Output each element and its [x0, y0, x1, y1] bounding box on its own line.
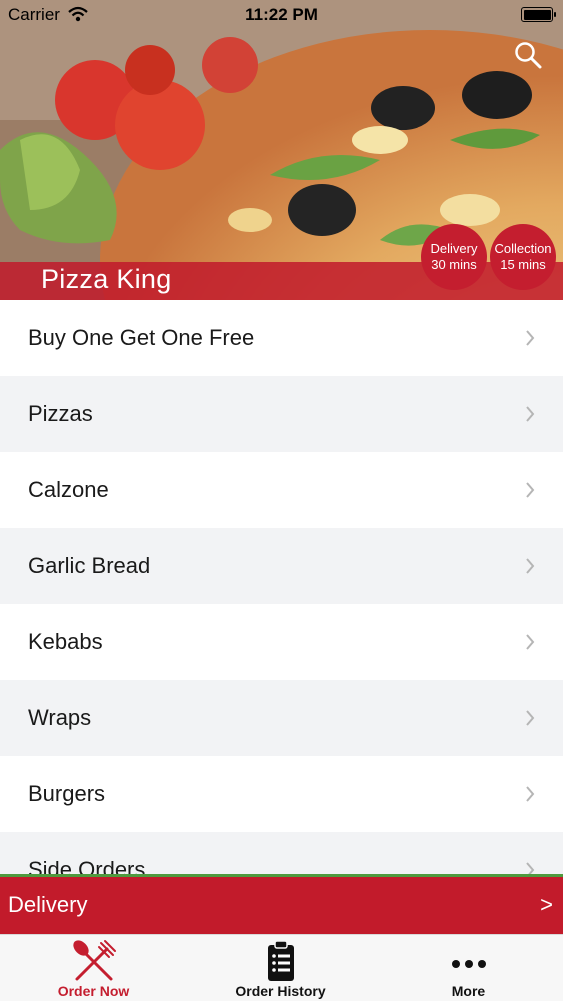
- tab-more[interactable]: More: [375, 935, 562, 1001]
- tab-order-history[interactable]: Order History: [187, 935, 374, 1001]
- chevron-right-icon: [526, 558, 535, 574]
- menu-item-label: Side Orders: [28, 857, 146, 874]
- battery-icon: [521, 7, 556, 22]
- fork-knife-icon: [72, 940, 116, 981]
- chevron-right-icon: [526, 862, 535, 874]
- header-banner: Carrier 11:22 PM Pizza King Delivery 30 …: [0, 0, 563, 300]
- menu-item-pizzas[interactable]: Pizzas: [0, 376, 563, 452]
- delivery-badge-time: 30 mins: [431, 257, 477, 272]
- chevron-right-icon: [526, 406, 535, 422]
- menu-item-kebabs[interactable]: Kebabs: [0, 604, 563, 680]
- more-dots-icon: [451, 960, 486, 968]
- menu-item-label: Kebabs: [28, 629, 103, 654]
- chevron-right-icon: >: [540, 892, 553, 917]
- clipboard-list-icon: [267, 940, 294, 981]
- store-name: Pizza King: [41, 264, 172, 294]
- menu-item-label: Buy One Get One Free: [28, 325, 255, 350]
- delivery-mode-label: Delivery: [8, 892, 88, 917]
- menu-item-label: Wraps: [28, 705, 92, 730]
- menu-item-label: Pizzas: [28, 401, 93, 426]
- menu-item-burgers[interactable]: Burgers: [0, 756, 563, 832]
- tab-bar: Order Now Order History More: [0, 934, 563, 1001]
- menu-item-garlic-bread[interactable]: Garlic Bread: [0, 528, 563, 604]
- collection-badge-time: 15 mins: [500, 257, 546, 272]
- collection-time-badge: Collection 15 mins: [490, 224, 556, 290]
- delivery-badge-label: Delivery: [430, 241, 478, 256]
- chevron-right-icon: [526, 330, 535, 346]
- tab-label: Order Now: [57, 983, 130, 999]
- chevron-right-icon: [526, 634, 535, 650]
- chevron-right-icon: [526, 786, 535, 802]
- chevron-right-icon: [526, 710, 535, 726]
- menu-item-buy-one-get-one-free[interactable]: Buy One Get One Free: [0, 300, 563, 376]
- search-icon[interactable]: [513, 40, 543, 70]
- chevron-right-icon: [526, 482, 535, 498]
- menu-item-label: Burgers: [28, 781, 106, 806]
- menu-item-label: Garlic Bread: [28, 553, 151, 578]
- menu-category-list: Buy One Get One Free Pizzas Calzone Garl…: [0, 300, 563, 874]
- tab-order-now[interactable]: Order Now: [0, 935, 187, 1001]
- menu-item-label: Calzone: [28, 477, 109, 502]
- status-time: 11:22 PM: [245, 5, 318, 24]
- tab-label: Order History: [235, 983, 326, 999]
- status-bar: Carrier 11:22 PM: [0, 0, 563, 30]
- delivery-mode-bar[interactable]: Delivery >: [0, 874, 563, 934]
- menu-item-calzone[interactable]: Calzone: [0, 452, 563, 528]
- menu-item-side-orders[interactable]: Side Orders: [0, 832, 563, 874]
- tab-label: More: [451, 983, 486, 999]
- delivery-time-badge: Delivery 30 mins: [421, 224, 487, 290]
- collection-badge-label: Collection: [494, 241, 552, 256]
- menu-item-wraps[interactable]: Wraps: [0, 680, 563, 756]
